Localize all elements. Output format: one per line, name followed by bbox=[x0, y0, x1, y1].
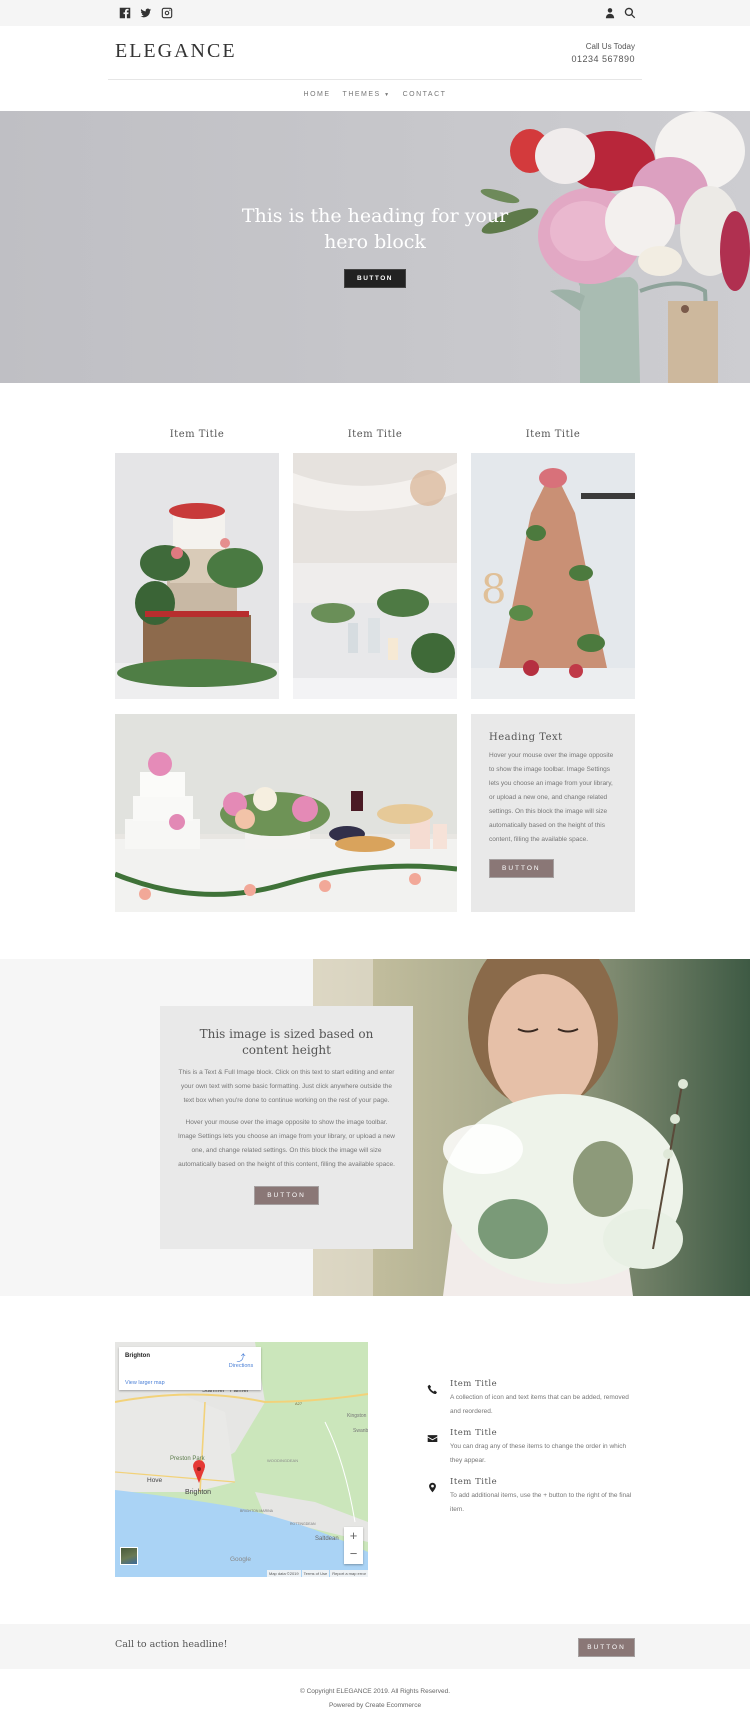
map-label: A27 bbox=[295, 1401, 303, 1406]
cta-button[interactable]: BUTTON bbox=[578, 1638, 635, 1657]
directions-icon: ⤴ bbox=[236, 1353, 246, 1363]
feature-text: A collection of icon and text items that… bbox=[450, 1394, 629, 1415]
powered-by-link[interactable]: Powered by Create Ecommerce bbox=[0, 1699, 750, 1713]
text-full-image-content: This image is sized based on content hei… bbox=[160, 1006, 413, 1249]
social-links bbox=[118, 6, 173, 19]
tfi-paragraph: This is a Text & Full Image block. Click… bbox=[178, 1069, 395, 1104]
map-label: Swanb bbox=[353, 1428, 368, 1434]
feature-text: You can drag any of these items to chang… bbox=[450, 1443, 627, 1464]
call-us-label: Call Us Today bbox=[585, 42, 635, 51]
item-title: Item Title bbox=[525, 429, 581, 440]
site-logo[interactable]: ELEGANCE bbox=[115, 40, 237, 63]
copyright: © Copyright ELEGANCE 2019. All Rights Re… bbox=[299, 1688, 451, 1695]
google-map[interactable]: Stanmer Falmer Kingston Swanb Preston Pa… bbox=[115, 1342, 368, 1577]
item-title: Item Title bbox=[169, 429, 225, 440]
item-image-cupcakes[interactable]: 8 bbox=[471, 453, 635, 699]
call-to-action-bar: Call to action headline! BUTTON bbox=[0, 1624, 750, 1669]
feature-title: Item Title bbox=[450, 1379, 498, 1389]
header-divider bbox=[108, 79, 642, 80]
top-bar bbox=[0, 0, 750, 26]
map-label: Hove bbox=[147, 1477, 163, 1484]
facebook-icon[interactable] bbox=[118, 6, 131, 19]
map-footer: Map data ©2019 Terms of Use Report a map… bbox=[115, 1570, 368, 1577]
map-info-card: Brighton ⤴ Directions View larger map bbox=[119, 1347, 261, 1390]
nav-item-themes-label: THEMES bbox=[342, 91, 381, 98]
search-icon[interactable] bbox=[623, 6, 636, 19]
map-data-label: Map data ©2019 bbox=[267, 1570, 301, 1577]
feature-text: To add additional items, use the + butto… bbox=[450, 1492, 632, 1513]
main-nav: HOME THEMES ▼ CONTACT bbox=[0, 91, 750, 98]
instagram-icon[interactable] bbox=[160, 6, 173, 19]
hero-button[interactable]: BUTTON bbox=[344, 269, 406, 288]
icon-text-list: Item Title A collection of icon and text… bbox=[424, 1379, 639, 1526]
map-zoom-control: + − bbox=[344, 1527, 363, 1564]
map-label: Kingston bbox=[347, 1413, 367, 1419]
item-image-cake[interactable] bbox=[115, 453, 279, 699]
call-us: Call Us Today 01234 567890 bbox=[571, 41, 635, 65]
zoom-in-button[interactable]: + bbox=[344, 1527, 363, 1545]
hero-heading: This is the heading for your hero block bbox=[241, 205, 509, 253]
map-label: WOODINGDEAN bbox=[267, 1458, 298, 1463]
map-label: BRIGHTON MARINA bbox=[240, 1509, 274, 1513]
list-item: Item Title You can drag any of these ite… bbox=[424, 1428, 639, 1468]
nav-item-home[interactable]: HOME bbox=[304, 91, 331, 98]
list-item: Item Title To add additional items, use … bbox=[424, 1477, 639, 1517]
directions-label: Directions bbox=[228, 1363, 254, 1369]
map-marker-icon bbox=[427, 1480, 438, 1498]
satellite-toggle[interactable] bbox=[120, 1547, 138, 1565]
feature-title: Item Title bbox=[450, 1477, 498, 1487]
zoom-out-button[interactable]: − bbox=[344, 1545, 363, 1563]
map-label: Saltdean bbox=[315, 1536, 339, 1542]
panel-body: Hover your mouse over the image opposite… bbox=[489, 752, 614, 843]
report-map-error-link[interactable]: Report a map error bbox=[330, 1570, 368, 1577]
map-place-name: Brighton bbox=[125, 1353, 150, 1359]
user-icon[interactable] bbox=[603, 6, 616, 19]
list-item: Item Title A collection of icon and text… bbox=[424, 1379, 639, 1419]
envelope-icon bbox=[427, 1431, 438, 1449]
site-header: ELEGANCE Call Us Today 01234 567890 HOME… bbox=[0, 26, 750, 111]
directions-link[interactable]: ⤴ Directions bbox=[225, 1353, 257, 1369]
nav-item-contact[interactable]: CONTACT bbox=[403, 91, 447, 98]
svg-text:8: 8 bbox=[481, 567, 506, 613]
hero-content: This is the heading for your hero block … bbox=[225, 203, 525, 288]
view-larger-map-link[interactable]: View larger map bbox=[125, 1380, 165, 1386]
twitter-icon[interactable] bbox=[139, 6, 152, 19]
phone-number[interactable]: 01234 567890 bbox=[571, 53, 635, 65]
caret-down-icon: ▼ bbox=[384, 92, 391, 98]
feature-title: Item Title bbox=[450, 1428, 498, 1438]
map-label: Brighton bbox=[185, 1489, 211, 1496]
tfi-heading: This image is sized based on content hei… bbox=[199, 1027, 374, 1057]
panel-button[interactable]: BUTTON bbox=[489, 859, 554, 878]
wide-image-dessert-table[interactable] bbox=[115, 714, 457, 912]
item-title: Item Title bbox=[347, 429, 403, 440]
account-tools bbox=[603, 6, 636, 19]
panel-heading: Heading Text bbox=[489, 732, 563, 743]
nav-item-themes[interactable]: THEMES ▼ bbox=[343, 91, 391, 98]
tfi-button[interactable]: BUTTON bbox=[254, 1186, 319, 1205]
hero-block: This is the heading for your hero block … bbox=[0, 111, 750, 383]
heading-text-panel: Heading Text Hover your mouse over the i… bbox=[471, 714, 635, 912]
item-image-table[interactable] bbox=[293, 453, 457, 699]
map-label: ROTTINGDEAN bbox=[290, 1522, 316, 1526]
terms-link[interactable]: Terms of Use bbox=[301, 1570, 330, 1577]
site-footer: © Copyright ELEGANCE 2019. All Rights Re… bbox=[0, 1685, 750, 1713]
cta-headline: Call to action headline! bbox=[115, 1639, 228, 1650]
phone-icon bbox=[427, 1382, 438, 1400]
google-logo: Google bbox=[230, 1556, 251, 1563]
tfi-paragraph: Hover your mouse over the image opposite… bbox=[177, 1119, 396, 1168]
